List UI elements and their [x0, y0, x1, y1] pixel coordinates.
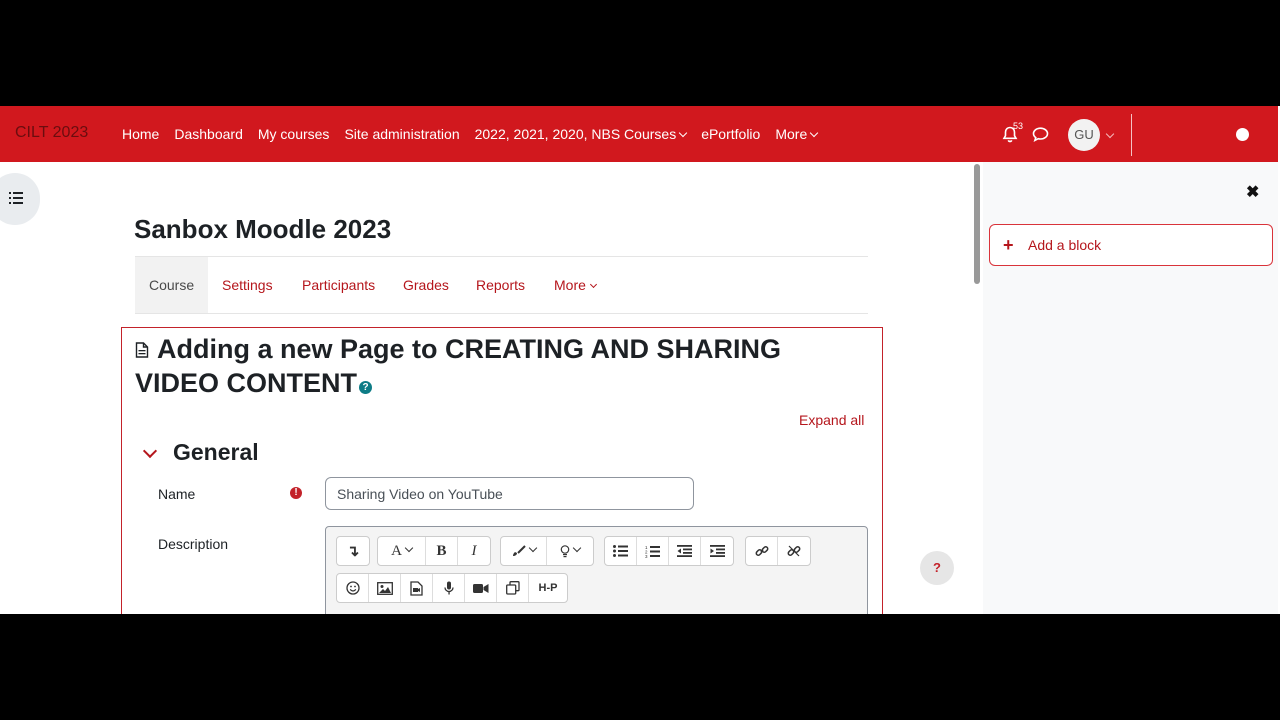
add-block-button[interactable]: + Add a block: [989, 224, 1273, 266]
primary-navigation: Home Dashboard My courses Site administr…: [122, 126, 832, 142]
help-icon[interactable]: ?: [359, 381, 373, 394]
video-icon: [472, 583, 488, 593]
close-drawer-icon[interactable]: ✖: [1246, 182, 1259, 202]
link-button[interactable]: [746, 537, 778, 565]
manage-files-button[interactable]: [497, 574, 529, 602]
record-video-button[interactable]: [465, 574, 497, 602]
bold-icon: B: [436, 542, 447, 559]
unlink-icon: [787, 545, 801, 557]
insert-h5p-button[interactable]: H-P: [529, 574, 567, 602]
chevron-down-icon: [810, 128, 819, 138]
required-icon: !: [290, 487, 302, 499]
nav-home[interactable]: Home: [122, 126, 159, 142]
record-audio-button[interactable]: [433, 574, 465, 602]
nav-dashboard[interactable]: Dashboard: [174, 126, 243, 142]
bullet-list-icon: [613, 545, 628, 557]
nav-more-dropdown[interactable]: More: [775, 126, 819, 142]
scrollbar-thumb[interactable]: [974, 164, 980, 284]
nav-more-label: More: [775, 126, 808, 142]
edit-mode-toggle[interactable]: [1236, 128, 1249, 141]
tab-more-label: More: [554, 277, 586, 293]
messages-icon[interactable]: [1032, 127, 1049, 142]
tab-more[interactable]: More: [540, 257, 610, 313]
toolbar-group-collapse: ↴: [336, 536, 370, 566]
page-heading: Adding a new Page to CREATING AND SHARIN…: [135, 332, 835, 400]
nav-site-administration[interactable]: Site administration: [344, 126, 459, 142]
nav-eportfolio[interactable]: ePortfolio: [701, 126, 760, 142]
microphone-icon: [443, 581, 454, 594]
image-icon: [376, 581, 393, 595]
chevron-down-icon: [404, 543, 414, 553]
chevron-down-icon: [572, 543, 582, 553]
course-secondary-navigation: Course Settings Participants Grades Repo…: [135, 256, 868, 314]
toolbar-group-links: [745, 536, 811, 566]
section-title-general[interactable]: General: [173, 439, 259, 466]
tab-grades[interactable]: Grades: [389, 257, 463, 313]
toolbar-group-media: H-P: [336, 573, 568, 603]
show-more-icon: ↴: [346, 543, 360, 560]
tab-participants[interactable]: Participants: [288, 257, 389, 313]
bold-button[interactable]: B: [426, 537, 458, 565]
indent-button[interactable]: [701, 537, 733, 565]
toolbar-group-style: A B I: [377, 536, 491, 566]
font-style-icon: A: [391, 542, 402, 559]
insert-image-button[interactable]: [369, 574, 401, 602]
site-brand[interactable]: CILT 2023: [15, 124, 88, 142]
nav-my-courses[interactable]: My courses: [258, 126, 330, 142]
paragraph-styles-button[interactable]: A: [378, 537, 426, 565]
tab-reports[interactable]: Reports: [462, 257, 539, 313]
page-heading-text: Adding a new Page to CREATING AND SHARIN…: [135, 334, 782, 398]
list-icon: [9, 192, 23, 204]
chevron-down-icon: [678, 128, 688, 138]
lightbulb-icon: [560, 544, 570, 557]
media-icon: [410, 580, 423, 596]
top-navbar: CILT 2023 Home Dashboard My courses Site…: [0, 106, 1278, 162]
insert-media-button[interactable]: [401, 574, 433, 602]
chevron-down-icon: [528, 543, 537, 553]
toolbar-group-color: [500, 536, 594, 566]
indent-icon: [709, 545, 725, 557]
italic-icon: I: [471, 542, 477, 559]
plus-icon: +: [1003, 235, 1014, 255]
course-title: Sanbox Moodle 2023: [134, 214, 392, 244]
tab-settings[interactable]: Settings: [208, 257, 287, 313]
nav-courses-dropdown[interactable]: 2022, 2021, 2020, NBS Courses: [474, 126, 688, 142]
brush-icon: [512, 545, 526, 556]
emoji-button[interactable]: [337, 574, 369, 602]
name-input[interactable]: [325, 477, 694, 510]
emoji-icon: [345, 581, 360, 595]
numbered-list-icon: 123: [645, 545, 660, 558]
user-avatar[interactable]: GU: [1068, 119, 1100, 151]
add-block-label: Add a block: [1028, 237, 1102, 253]
nav-courses-label: 2022, 2021, 2020, NBS Courses: [474, 126, 677, 142]
course-index-toggle[interactable]: [0, 173, 40, 225]
description-label: Description: [158, 536, 229, 552]
unordered-list-button[interactable]: [605, 537, 637, 565]
svg-text:3: 3: [645, 554, 648, 558]
name-label: Name: [158, 486, 196, 502]
copy-icon: [505, 581, 520, 595]
tab-course[interactable]: Course: [135, 257, 208, 313]
description-editor: ↴ A B I 123 H-P: [325, 526, 868, 614]
outdent-icon: [677, 545, 692, 557]
outdent-button[interactable]: [669, 537, 701, 565]
expand-all-link[interactable]: Expand all: [799, 412, 864, 428]
link-icon: [755, 546, 768, 556]
user-menu-chevron-icon[interactable]: [1105, 129, 1115, 139]
unlink-button[interactable]: [778, 537, 810, 565]
ordered-list-button[interactable]: 123: [637, 537, 669, 565]
toolbar-group-lists: 123: [604, 536, 734, 566]
help-button[interactable]: ?: [920, 551, 954, 585]
accessibility-button[interactable]: [547, 537, 593, 565]
h5p-icon: H-P: [538, 582, 558, 594]
page-icon: [135, 342, 149, 358]
chevron-down-icon: [589, 280, 597, 289]
notification-count: 53: [1013, 121, 1024, 131]
italic-button[interactable]: I: [458, 537, 490, 565]
navbar-divider: [1131, 114, 1132, 156]
font-color-button[interactable]: [501, 537, 547, 565]
show-more-buttons-button[interactable]: ↴: [337, 537, 369, 565]
